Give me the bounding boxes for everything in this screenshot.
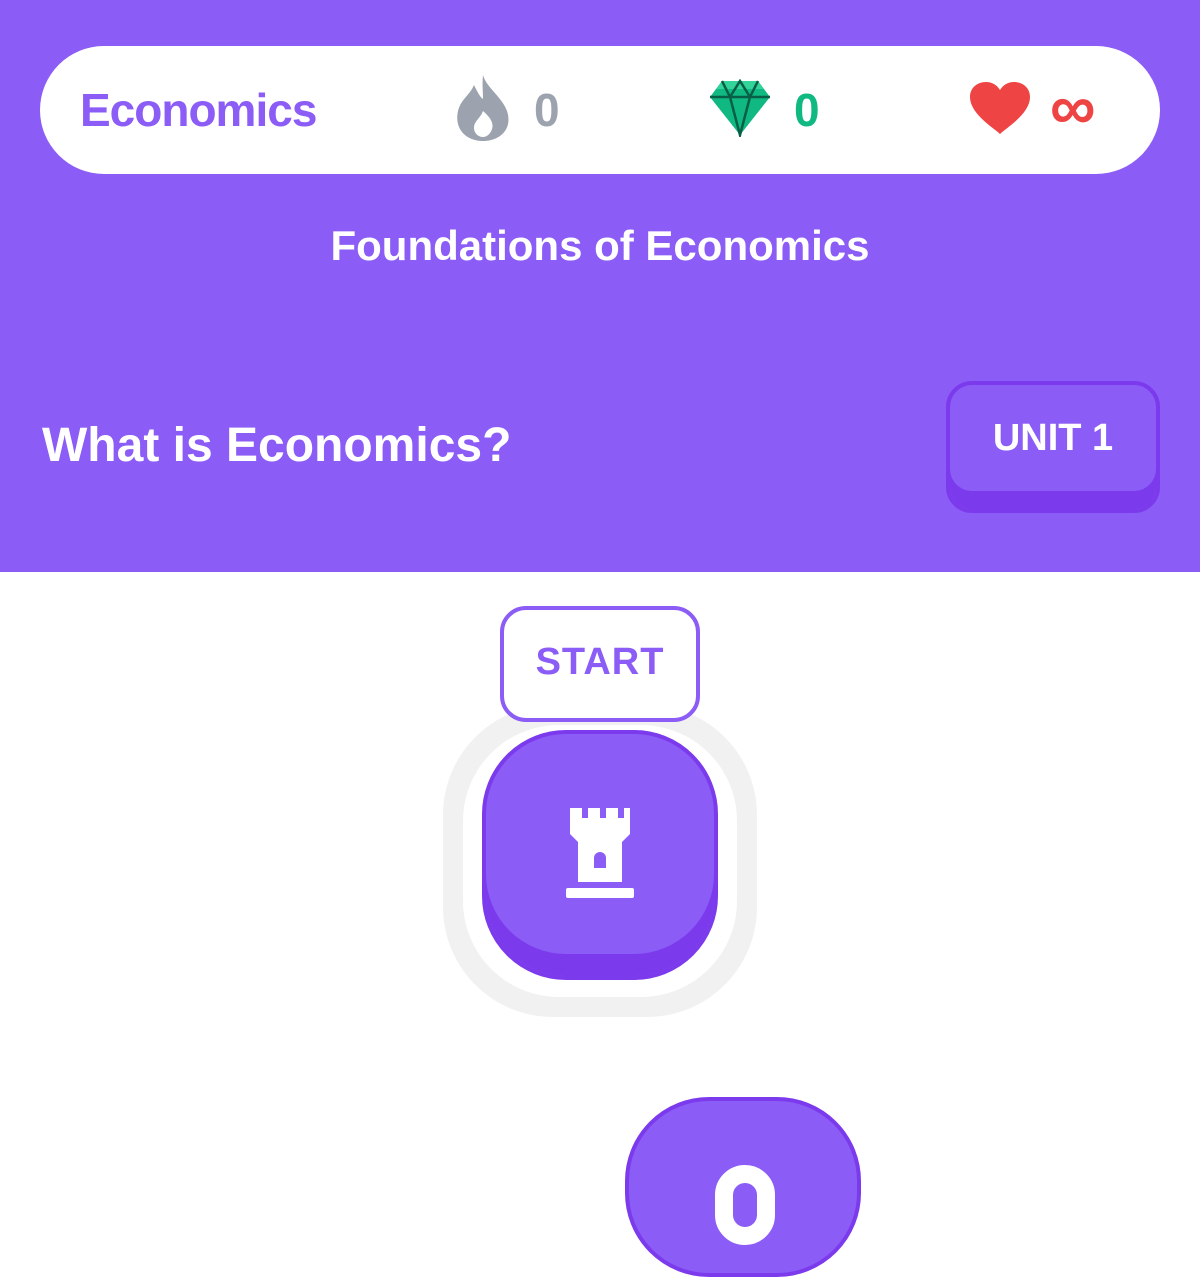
hearts-count: ∞ [1050, 71, 1096, 143]
start-tooltip[interactable]: START [500, 606, 700, 722]
unit-guide-button[interactable]: UNIT 1 [946, 381, 1160, 513]
current-lesson-button[interactable] [482, 730, 718, 980]
unit-header: Economics 0 0 ∞ Foundations of Economics… [0, 0, 1200, 572]
streak-count: 0 [534, 84, 560, 136]
streak-counter[interactable]: 0 [452, 46, 560, 174]
course-title: Foundations of Economics [330, 222, 870, 269]
unit-title: What is Economics? [42, 419, 512, 472]
flame-icon [452, 73, 514, 148]
locked-lesson-button[interactable] [625, 1097, 861, 1277]
course-selector[interactable]: Economics [80, 46, 317, 174]
status-bar: Economics 0 0 ∞ [40, 46, 1160, 174]
castle-icon [560, 804, 640, 905]
gem-icon [708, 78, 772, 142]
gem-count: 0 [794, 84, 820, 136]
lock-icon [715, 1165, 775, 1245]
gems-counter[interactable]: 0 [708, 46, 820, 174]
heart-icon [968, 80, 1032, 141]
hearts-counter[interactable]: ∞ [968, 46, 1096, 174]
